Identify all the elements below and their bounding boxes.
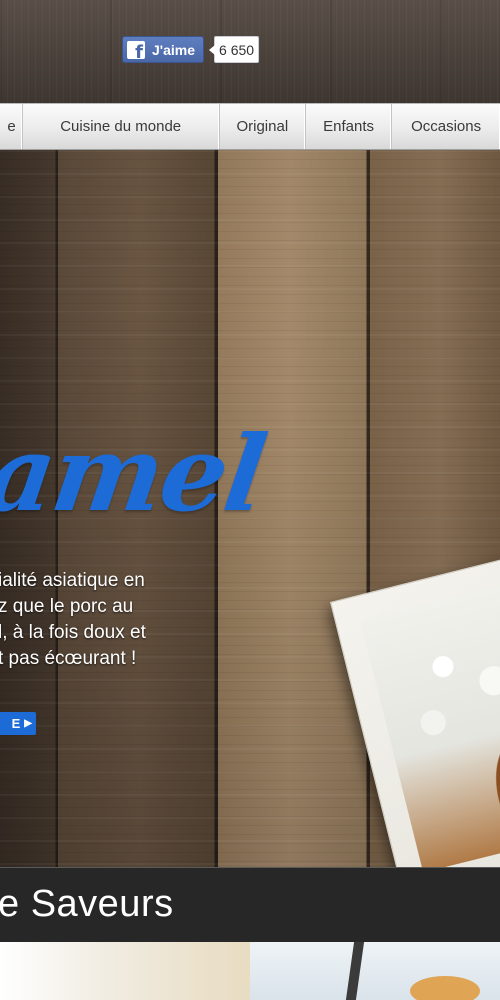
hero-cta-button[interactable]: E ▶ <box>0 712 36 735</box>
nav-item-cuisine-du-monde[interactable]: Cuisine du monde <box>23 104 220 149</box>
facebook-like-button[interactable]: f J'aime <box>122 36 205 63</box>
hero-banner: amel ialité asiatique en z que le porc a… <box>0 150 500 867</box>
section-band: e Saveurs <box>0 867 500 942</box>
section-title: e Saveurs <box>0 883 174 925</box>
top-header: f J'aime 6 650 <box>0 0 500 103</box>
hero-description: ialité asiatique en z que le porc au l, … <box>0 568 228 672</box>
hero-description-line: t pas écœurant ! <box>0 648 137 669</box>
main-nav: e Cuisine du monde Original Enfants Occa… <box>0 103 500 150</box>
nav-item-occasions[interactable]: Occasions <box>392 104 500 149</box>
recipe-thumbnails <box>0 942 500 1000</box>
hero-description-line: ialité asiatique en <box>0 570 145 591</box>
recipe-thumbnail[interactable] <box>0 942 250 1000</box>
recipe-thumbnail[interactable] <box>250 942 500 1000</box>
hero-title: amel <box>0 412 272 535</box>
nav-item-partial[interactable]: e <box>0 104 23 149</box>
nav-item-original[interactable]: Original <box>220 104 306 149</box>
facebook-like-widget: f J'aime 6 650 <box>122 36 260 63</box>
hero-description-line: l, à la fois doux et <box>0 622 146 643</box>
hero-description-line: z que le porc au <box>0 596 134 617</box>
facebook-like-label: J'aime <box>152 41 196 58</box>
play-arrow-icon: ▶ <box>24 718 32 729</box>
hero-cta-label: E <box>11 716 21 731</box>
nav-item-enfants[interactable]: Enfants <box>306 104 393 149</box>
facebook-icon: f <box>127 40 145 59</box>
facebook-like-count: 6 650 <box>209 36 260 63</box>
